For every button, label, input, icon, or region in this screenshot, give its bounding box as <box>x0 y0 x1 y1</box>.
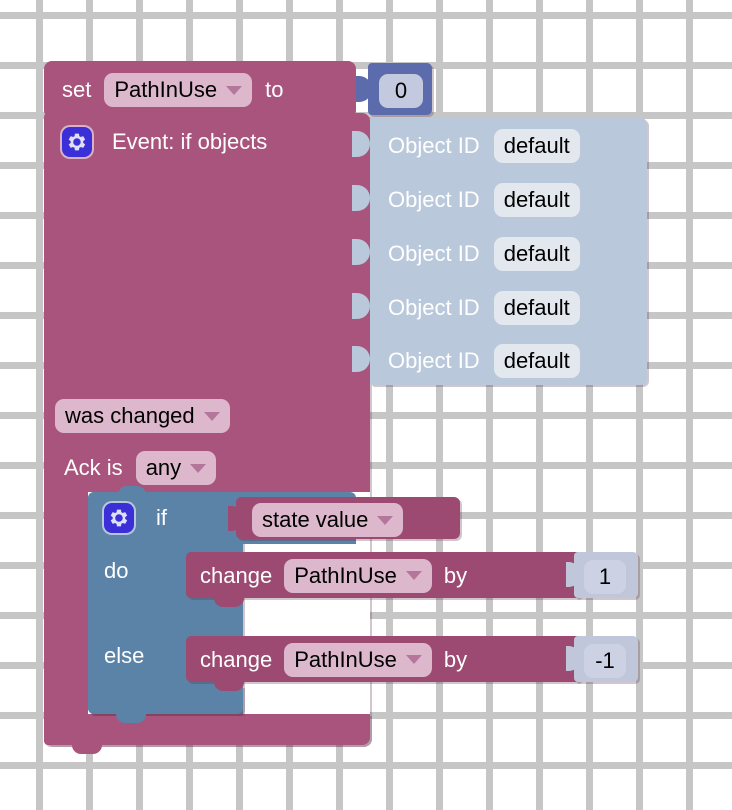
blockly-workspace[interactable]: Event: if objects Object ID default Obje… <box>0 0 732 810</box>
change-statement-do-row: change PathInUse by <box>200 558 468 593</box>
change-statement-do-nub <box>214 596 244 607</box>
event-block-left-spine <box>44 492 88 714</box>
change-label: change <box>200 562 273 588</box>
object-id-value[interactable]: default <box>493 128 580 163</box>
change-variable-label: PathInUse <box>294 646 397 672</box>
object-id-value[interactable]: default <box>493 290 580 325</box>
object-id-row[interactable]: Object ID default <box>388 182 580 217</box>
object-id-label: Object ID <box>388 240 480 266</box>
chevron-down-icon <box>190 463 207 473</box>
event-title-row: Event: if objects <box>62 125 267 159</box>
change-statement-else-nub <box>214 680 244 691</box>
number-value-else[interactable]: -1 <box>584 644 626 678</box>
trigger-dropdown[interactable]: was changed <box>55 399 230 433</box>
change-variable-dropdown[interactable]: PathInUse <box>284 642 432 677</box>
change-label: change <box>200 646 273 672</box>
if-label: if <box>156 505 167 530</box>
state-value-dropdown[interactable]: state value <box>252 503 404 537</box>
set-value-field-wrap[interactable]: 0 <box>379 74 423 108</box>
change-variable-dropdown[interactable]: PathInUse <box>284 558 432 593</box>
do-label-wrap: do <box>104 560 128 583</box>
chevron-down-icon <box>377 515 394 525</box>
object-id-label: Object ID <box>388 186 480 212</box>
do-label: do <box>104 558 129 583</box>
object-id-value[interactable]: default <box>493 236 580 271</box>
object-id-row[interactable]: Object ID default <box>388 236 580 271</box>
change-variable-label: PathInUse <box>294 562 397 588</box>
condition-field-wrap[interactable]: state value <box>252 503 404 537</box>
set-variable-label: PathInUse <box>114 77 218 102</box>
to-label: to <box>265 77 284 102</box>
chevron-down-icon <box>226 85 243 95</box>
if-block-top-nub <box>118 486 146 496</box>
else-label: else <box>104 643 145 668</box>
if-block-bottom-nub <box>116 712 146 723</box>
ack-label: Ack is <box>64 455 123 480</box>
object-id-label: Object ID <box>388 132 480 158</box>
object-id-row[interactable]: Object ID default <box>388 290 580 325</box>
object-id-row[interactable]: Object ID default <box>388 343 580 378</box>
number-value-do[interactable]: 1 <box>584 560 626 594</box>
set-label: set <box>62 77 92 102</box>
set-variable-dropdown[interactable]: PathInUse <box>104 73 253 107</box>
trigger-dropdown-label: was changed <box>65 403 195 428</box>
object-id-value[interactable]: default <box>493 182 580 217</box>
by-label: by <box>443 562 468 588</box>
chevron-down-icon <box>203 411 220 421</box>
object-id-row[interactable]: Object ID default <box>388 128 580 163</box>
trigger-dropdown-wrap[interactable]: was changed <box>55 399 230 433</box>
event-title-label: Event: if objects <box>112 129 268 154</box>
object-id-label: Object ID <box>388 294 480 320</box>
if-header-row: if <box>104 502 167 534</box>
object-id-label: Object ID <box>388 347 480 373</box>
gear-icon[interactable] <box>104 503 134 533</box>
number-field-wrap-else[interactable]: -1 <box>584 644 626 678</box>
event-block-footer <box>44 714 370 745</box>
object-id-value[interactable]: default <box>493 343 580 378</box>
chevron-down-icon <box>405 655 422 664</box>
chevron-down-icon <box>405 571 422 580</box>
event-block-bottom-nub <box>72 743 102 754</box>
else-label-wrap: else <box>104 645 144 668</box>
gear-icon[interactable] <box>62 127 92 157</box>
ack-dropdown-label: any <box>145 455 182 480</box>
ack-row: Ack is any <box>64 451 217 485</box>
set-value[interactable]: 0 <box>379 74 423 108</box>
ack-dropdown[interactable]: any <box>135 451 217 485</box>
change-statement-else-row: change PathInUse by <box>200 642 468 677</box>
by-label: by <box>443 646 468 672</box>
number-field-wrap-do[interactable]: 1 <box>584 560 626 594</box>
state-value-dropdown-label: state value <box>262 507 369 532</box>
set-block-row: set PathInUse to <box>62 73 284 107</box>
